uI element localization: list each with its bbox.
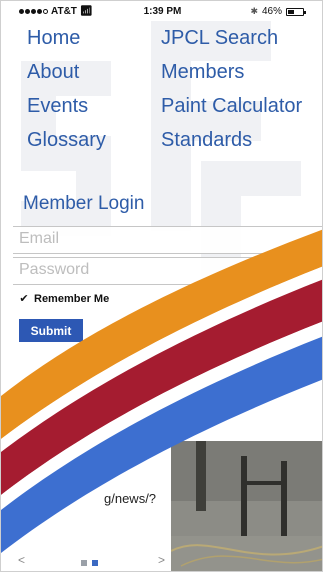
slider-dot[interactable] (81, 560, 87, 566)
slider-prev-arrow[interactable]: < (18, 553, 25, 567)
slider-dot[interactable] (92, 560, 98, 566)
slider-pagination (81, 560, 98, 566)
slide-caption: g/news/? (104, 491, 157, 506)
app-screen: AT&T 📶︎ 1:39 PM ✱ 46% Home About Events … (0, 0, 323, 572)
decorative-stripes (1, 229, 322, 553)
slider-next-arrow[interactable]: > (158, 553, 165, 567)
